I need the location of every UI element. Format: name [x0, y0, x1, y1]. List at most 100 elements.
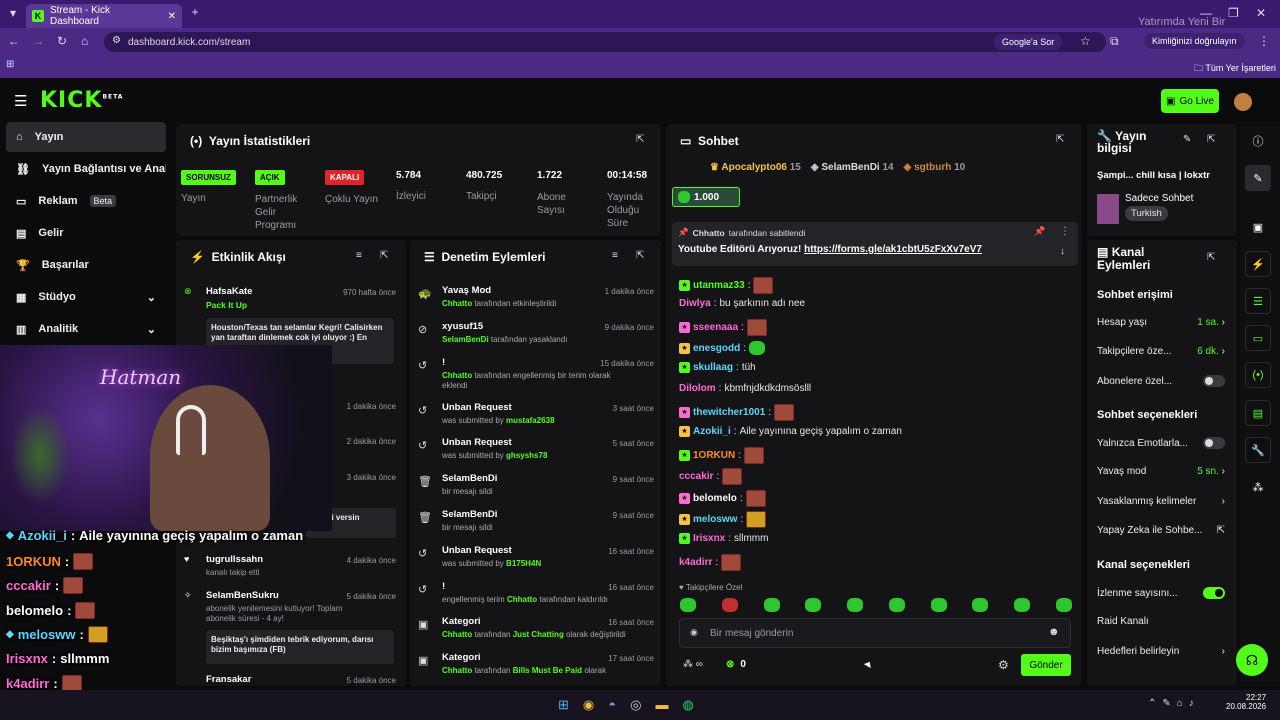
reload-icon[interactable]: ↻: [57, 34, 67, 48]
chat-username[interactable]: enesgodd: [693, 343, 740, 354]
emote-picker-icon[interactable]: [680, 598, 696, 612]
chat-username[interactable]: sseenaaa: [693, 322, 738, 333]
setting-ai-chat[interactable]: Yapay Zeka ile Sohbe... ⇱: [1097, 525, 1225, 536]
mod-row[interactable]: ↺! 15 dakika önce Chhatto tarafından engel…: [418, 357, 654, 391]
pinned-link[interactable]: https://forms.gle/ak1cbtU5zFxXv7eV7: [804, 244, 982, 255]
avatar[interactable]: [1234, 93, 1252, 111]
discord-icon[interactable]: ◓: [608, 697, 616, 713]
toggle-switch[interactable]: [1203, 587, 1225, 599]
chat-username[interactable]: Dilolom: [679, 383, 716, 394]
new-tab-icon[interactable]: +: [188, 5, 202, 19]
sidebar-item-studio[interactable]: ▦ Stüdyo ⌄: [6, 282, 166, 312]
chat-username[interactable]: cccakir: [679, 471, 713, 482]
setting-emote-only[interactable]: Yalnızca Emotlarla...: [1097, 437, 1225, 449]
sidebar-item-analytics[interactable]: ▥ Analitik ⌄: [6, 314, 166, 344]
chat-message[interactable]: ★ enesgodd:: [679, 341, 766, 355]
mod-row[interactable]: 🗑 SelamBenDi 9 saat önce bir mesajı sildi: [418, 509, 654, 543]
all-bookmarks[interactable]: 🗀 Tüm Yer İşaretleri: [1194, 61, 1276, 77]
setting-follower-only[interactable]: Takipçilere öze... 6 dk. ›: [1097, 346, 1225, 357]
url-field[interactable]: ⚙ dashboard.kick.com/stream Google'a Sor…: [104, 32, 1106, 52]
mod-row[interactable]: ▣ Kategori 17 saat önce Chhatto tarafından …: [418, 652, 654, 686]
expand-icon[interactable]: ↓: [1060, 246, 1065, 257]
mod-row[interactable]: ▣ Kategori 16 saat önce Chhatto tarafından …: [418, 616, 654, 650]
popout-icon[interactable]: ⇱: [636, 134, 644, 145]
spotify-icon[interactable]: ◍: [682, 697, 693, 713]
goal-progress[interactable]: 1.000: [672, 187, 740, 207]
badge-icon[interactable]: ◉: [690, 627, 698, 638]
maximize-icon[interactable]: ❐: [1228, 6, 1239, 20]
chat-settings-icon[interactable]: ⚙: [998, 658, 1009, 672]
setting-account-age[interactable]: Hesap yaşı 1 sa. ›: [1097, 317, 1225, 328]
gifter-item[interactable]: ◈ sgtburh 10: [904, 162, 966, 173]
mod-row[interactable]: ↺! 16 saat önce engellenmiş terim Chhatto …: [418, 581, 654, 615]
edit-icon[interactable]: ✎: [1183, 134, 1191, 145]
chat-message[interactable]: k4adirr:: [679, 554, 742, 571]
chat-message[interactable]: ★ belomelo:: [679, 490, 766, 507]
emote-picker-icon[interactable]: [930, 598, 947, 612]
channel-actions-icon[interactable]: ▤: [1245, 400, 1271, 426]
close-tab-icon[interactable]: ✕: [168, 11, 176, 22]
minimize-icon[interactable]: —: [1200, 6, 1212, 20]
chat-username[interactable]: utanmaz33: [693, 280, 745, 291]
emote-picker-icon[interactable]: [1055, 598, 1072, 612]
forward-icon[interactable]: →: [32, 34, 44, 48]
extensions-icon[interactable]: ⧉: [1110, 34, 1119, 49]
unpin-icon[interactable]: 📌: [1034, 226, 1045, 237]
chat-message[interactable]: ★ skullaag: tüh: [679, 362, 756, 373]
send-button[interactable]: Gönder: [1021, 654, 1071, 676]
tag-chip[interactable]: Turkish: [1125, 206, 1168, 221]
chat-message[interactable]: cccakir:: [679, 468, 743, 485]
chat-message[interactable]: ★ 1ORKUN:: [679, 447, 765, 464]
mod-row[interactable]: ⊘ xyusuf15 9 dakika önce SelamBenDi tarafın…: [418, 321, 654, 355]
chat-username[interactable]: thewitcher1001: [693, 407, 765, 418]
sidebar-item-stream-key[interactable]: ⛓ Yayın Bağlantısı ve Anahta: [6, 154, 166, 184]
popout-icon[interactable]: ⇱: [1207, 134, 1215, 145]
emote-picker-icon[interactable]: [847, 598, 864, 612]
chat-username[interactable]: k4adirr: [679, 557, 712, 568]
chat-message[interactable]: ★ Irisxnx: sllmmm: [679, 533, 768, 544]
emote-picker-icon[interactable]: [888, 598, 905, 612]
mod-row[interactable]: 🗑 SelamBenDi 9 saat önce bir mesajı sildi: [418, 473, 654, 507]
chat-message[interactable]: ★ utanmaz33:: [679, 277, 774, 294]
home-icon[interactable]: ⌂: [81, 34, 88, 48]
gifter-item[interactable]: ◈ SelamBenDi 14: [811, 162, 894, 173]
more-icon[interactable]: ⋮: [1060, 226, 1070, 237]
back-icon[interactable]: ←: [8, 34, 20, 48]
browser-tab[interactable]: K Stream - Kick Dashboard ✕: [26, 4, 182, 28]
filter-icon[interactable]: ≡: [356, 250, 362, 261]
setting-goals[interactable]: Hedefleri belirleyin ›: [1097, 646, 1225, 657]
go-live-button[interactable]: ▣ Go Live: [1161, 89, 1219, 113]
chat-icon[interactable]: ▭: [1245, 325, 1271, 351]
list-icon[interactable]: ☰: [1245, 288, 1271, 314]
tab-search-icon[interactable]: ▾: [6, 6, 20, 20]
kick-logo[interactable]: KICKBETA: [40, 88, 123, 113]
chat-users-icon[interactable]: ⁂ ∞: [683, 659, 703, 670]
toggle-switch[interactable]: [1203, 375, 1225, 387]
camera-icon[interactable]: ▣: [1245, 214, 1271, 240]
lightning-icon[interactable]: ⚡: [1245, 251, 1271, 277]
emote-picker-icon[interactable]: [1014, 598, 1031, 612]
setting-slow-mode[interactable]: Yavaş mod 5 sn. ›: [1097, 466, 1225, 477]
chat-username[interactable]: skullaag: [693, 362, 733, 373]
chat-message[interactable]: Dilolom: kbmfnjdkdkdmsöslll: [679, 383, 811, 394]
popout-icon[interactable]: ⇱: [1207, 252, 1215, 263]
bookmark-star-icon[interactable]: ☆: [1080, 34, 1091, 48]
browser-menu-icon[interactable]: ⋮: [1258, 34, 1270, 48]
chat-username[interactable]: Irisxnx: [693, 533, 725, 544]
chat-message[interactable]: ★ Azokii_i: Aile yayınına geçiş yapalım o …: [679, 426, 902, 437]
chat-message[interactable]: ★ sseenaaa:: [679, 319, 767, 336]
sidebar-item-achievements[interactable]: 🏆 Başarılar: [6, 250, 166, 280]
mod-row[interactable]: ↺ Unban Request 3 saat önce was submitted b…: [418, 402, 654, 436]
clock[interactable]: 22:27 20.08.2026: [1226, 693, 1266, 711]
apps-icon[interactable]: ⊞: [6, 59, 14, 70]
chat-message[interactable]: Diwlya: bu şarkının adı nee: [679, 298, 805, 309]
chrome-icon[interactable]: ◉: [583, 697, 594, 713]
close-window-icon[interactable]: ✕: [1256, 6, 1266, 20]
profile-chip[interactable]: Kimliğinizi doğrulayın: [1144, 33, 1245, 49]
points-display[interactable]: ⊗ 0: [726, 659, 746, 670]
wrench-icon[interactable]: 🔧: [1245, 437, 1271, 463]
mod-row[interactable]: 🐢 Yavaş Mod 1 dakika önce Chhatto tarafında…: [418, 285, 654, 319]
chat-message[interactable]: ★ melosww:: [679, 511, 767, 528]
hamburger-menu-icon[interactable]: ☰: [14, 92, 27, 110]
edit-icon[interactable]: ✎: [1245, 165, 1271, 191]
